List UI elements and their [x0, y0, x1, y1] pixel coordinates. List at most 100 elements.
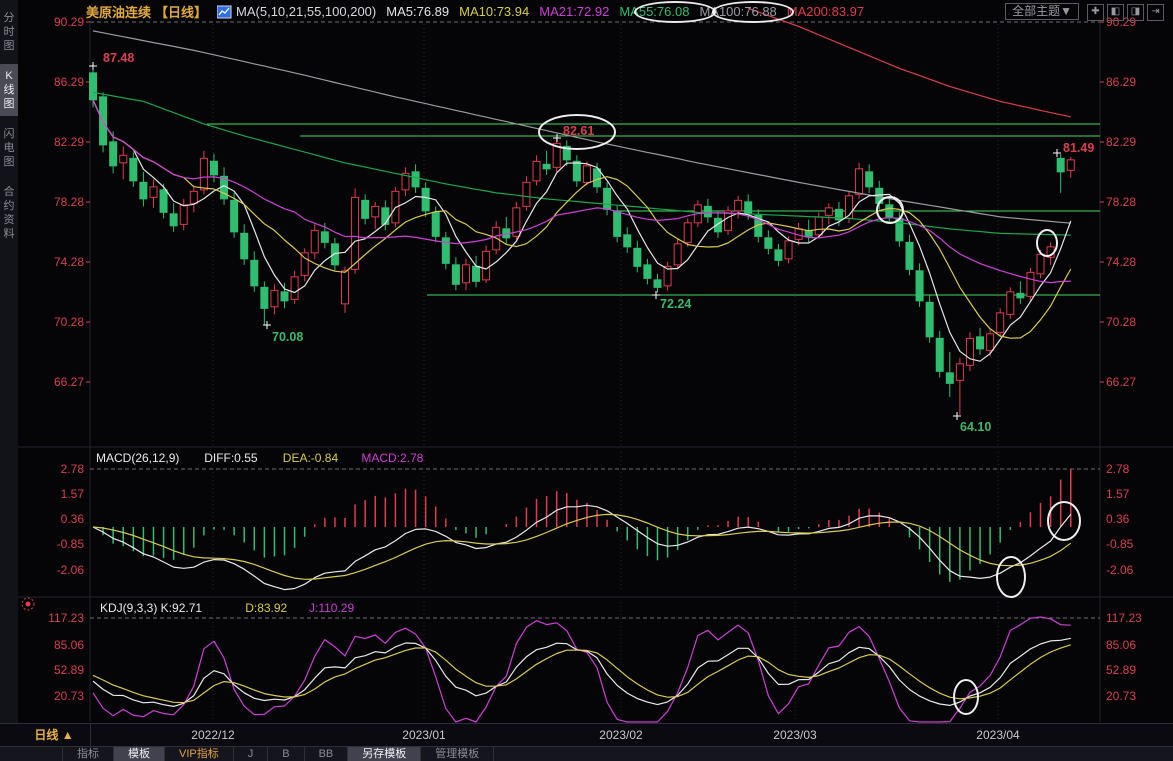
- kdj-axis-label: 85.06: [1106, 638, 1136, 652]
- y-axis-label: 82.29: [1106, 135, 1136, 149]
- split-right-icon[interactable]: ◨: [1127, 3, 1144, 21]
- candle: [119, 154, 128, 164]
- ma-value-label: MA5:76.89: [386, 3, 450, 19]
- chart-header: 美原油连续 【日线】 MA(5,10,21,55,100,200) MA5:76…: [18, 0, 1173, 22]
- candle: [976, 336, 985, 350]
- candle: [482, 250, 491, 281]
- candle: [784, 240, 793, 260]
- bottom-tab-VIP指标[interactable]: VIP指标: [165, 747, 234, 761]
- macd-axis-label: 1.57: [1106, 487, 1130, 501]
- candle: [1056, 157, 1065, 173]
- candle: [89, 72, 97, 101]
- candle: [461, 264, 470, 284]
- candle: [703, 205, 712, 218]
- candle: [421, 187, 430, 212]
- sidebar-item-K线图[interactable]: K线图: [0, 64, 18, 116]
- price-annotation: 64.10: [960, 420, 991, 434]
- bottom-tab-管理模板[interactable]: 管理模板: [421, 747, 495, 761]
- price-annotation: 72.24: [660, 297, 691, 311]
- symbol-title: 美原油连续: [86, 4, 152, 20]
- candle: [431, 211, 440, 237]
- candle: [633, 247, 642, 267]
- x-axis-date-label: 2023/04: [976, 728, 1020, 742]
- ma-value-label: MA10:73.94: [459, 3, 530, 19]
- candle: [945, 372, 954, 384]
- candle: [250, 259, 259, 287]
- bottom-tab-BB[interactable]: BB: [305, 747, 349, 761]
- candle: [542, 163, 551, 170]
- candle: [653, 279, 662, 288]
- bottom-tab-指标[interactable]: 指标: [62, 747, 114, 761]
- x-axis-date-label: 2023/02: [599, 728, 643, 742]
- candle: [572, 160, 581, 182]
- candle: [935, 337, 944, 372]
- candle: [986, 333, 995, 351]
- price-annotation: 87.48: [103, 51, 134, 65]
- line-chart-icon: [216, 5, 232, 19]
- candle: [925, 301, 934, 338]
- chart-canvas[interactable]: 90.29 90.2986.29 86.2982.29 82.2978.28 78.28…: [0, 0, 1173, 761]
- candle: [643, 264, 652, 279]
- kdj-axis-label: 20.73: [1106, 689, 1136, 703]
- candle: [522, 181, 531, 207]
- bottom-tab-J[interactable]: J: [234, 747, 269, 761]
- kdj-axis-label: 20.73: [54, 689, 84, 703]
- x-axis-date-label: 2022/12: [191, 728, 235, 742]
- price-annotation: 82.61: [563, 124, 594, 138]
- candle: [351, 196, 360, 270]
- candle: [673, 243, 682, 266]
- y-axis-label: 78.28: [1106, 195, 1136, 209]
- candle: [159, 189, 168, 213]
- left-sidebar: 分时图 K线图闪电图合约资料: [0, 0, 18, 723]
- macd-title: MACD(26,12,9): [96, 451, 179, 465]
- y-axis-label: 70.28: [54, 315, 84, 329]
- sidebar-item-闪电图[interactable]: 闪电图: [0, 122, 18, 174]
- macd-axis-label: 2.78: [61, 462, 85, 476]
- kdj-j-line: [92, 616, 1071, 723]
- y-axis-label: 86.29: [1106, 75, 1136, 89]
- bottom-tab-B[interactable]: B: [268, 747, 305, 761]
- y-axis-label: 82.29: [54, 135, 84, 149]
- candle: [411, 171, 420, 188]
- sidebar-item-分时图[interactable]: 分时图: [0, 6, 18, 58]
- bottom-tab-另存模板[interactable]: 另存模板: [348, 747, 422, 761]
- macd-axis-label: -0.85: [1106, 537, 1134, 551]
- ma-value-label: MA21:72.92: [539, 3, 610, 19]
- macd-axis-label: 2.78: [1106, 462, 1130, 476]
- candle: [1006, 291, 1015, 315]
- time-axis-row: 日线 ▲ 2022/12 2023/01 2023/02 2023/03 2023/04: [0, 723, 1173, 746]
- candle: [965, 337, 974, 366]
- candle: [189, 190, 198, 204]
- candle: [532, 160, 541, 182]
- y-axis-label: 74.28: [54, 255, 84, 269]
- ma-line-ma200: [748, 7, 1071, 118]
- pop-out-icon[interactable]: ⇥: [1147, 3, 1164, 21]
- macd-dea-line: [92, 513, 1072, 580]
- candle: [1026, 271, 1035, 297]
- candle: [341, 270, 349, 305]
- candle: [290, 276, 299, 300]
- kdj-title: D:83.92: [245, 601, 287, 615]
- split-left-icon[interactable]: ◧: [1107, 3, 1124, 21]
- theme-dropdown-button[interactable]: 全部主题▼: [1005, 2, 1079, 20]
- macd-axis-label: -0.85: [57, 537, 85, 551]
- candle: [109, 141, 118, 167]
- kdj-axis-label: 117.23: [1106, 611, 1142, 625]
- kdj-title: J:110.29: [309, 601, 354, 615]
- candle: [814, 216, 823, 236]
- candle: [1036, 253, 1045, 275]
- period-selector[interactable]: 日线 ▲: [18, 724, 91, 746]
- highlight-circle: [634, 1, 716, 23]
- kdj-axis-label: 85.06: [54, 638, 84, 652]
- candle: [310, 229, 319, 254]
- bottom-tab-模板[interactable]: 模板: [114, 747, 165, 761]
- candle: [330, 243, 339, 266]
- move-tool-icon[interactable]: ✚: [1087, 3, 1104, 21]
- candle: [320, 231, 329, 243]
- candle: [744, 201, 753, 215]
- candle: [99, 96, 108, 146]
- candle: [129, 157, 138, 182]
- kdj-axis-label: 52.89: [1106, 663, 1136, 677]
- sidebar-item-合约资料[interactable]: 合约资料: [0, 180, 18, 246]
- candle: [905, 241, 914, 270]
